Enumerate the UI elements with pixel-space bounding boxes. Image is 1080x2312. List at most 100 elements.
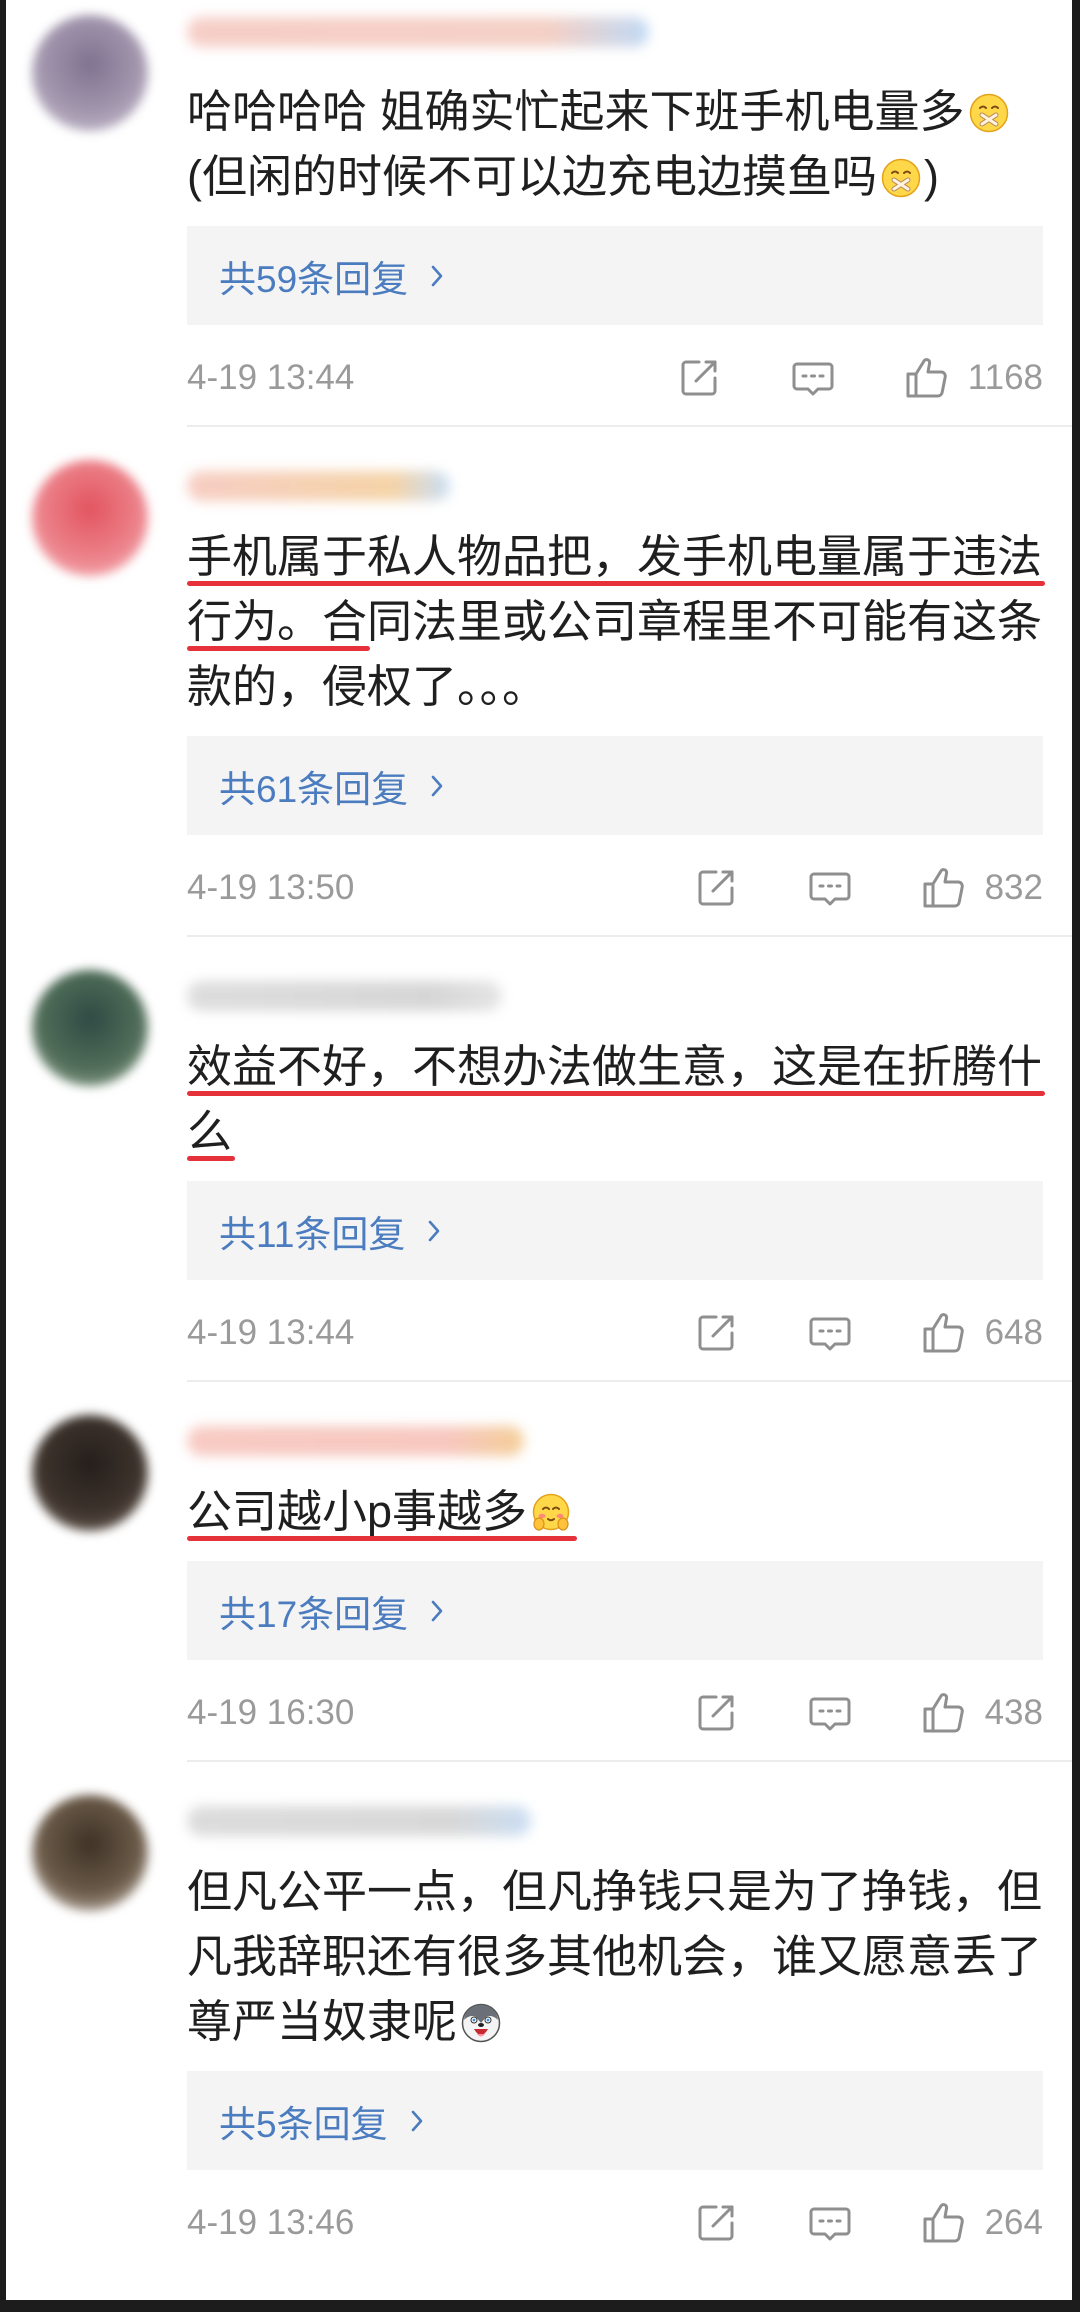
comment-icon [806,1689,854,1737]
replies-label: 共17条回复 [219,1593,409,1635]
thumbs-up-icon [920,1309,968,1357]
comment-button[interactable] [806,864,854,912]
username-blurred[interactable] [187,471,450,501]
comment-item: 但凡公平一点，但凡挣钱只是为了挣钱，但 凡我辞职还有很多其他机会，谁又愿意丢了 尊严… [6,1762,1072,2272]
comment-meta: 4-19 16:30 438 [187,1677,1043,1749]
username-blurred[interactable] [187,1806,531,1836]
replies-label: 共59条回复 [219,258,409,300]
comment-item: 公司越小p事越多 共17条回复 4-19 16:30 438 [6,1382,1072,1762]
husky-emoji-icon [461,2003,501,2043]
username-blurred[interactable] [187,1426,524,1456]
comment-text-line: 行为。合同法里或公司章程里不可能有这条 [187,589,1043,654]
comment-text-segment: 凡我辞职还有很多其他机会，谁又愿意丢了 [187,1931,1043,1982]
comment-text-line: 款的，侵权了。。。 [187,654,1043,719]
comment-body: 但凡公平一点，但凡挣钱只是为了挣钱，但 凡我辞职还有很多其他机会，谁又愿意丢了 尊严… [187,1762,1072,2272]
comment-text[interactable]: 效益不好，不想办法做生意，这是在折腾什么 [187,1034,1046,1164]
comment-icon [806,2199,854,2247]
chevron-right-icon [410,2109,424,2133]
chevron-right-icon [430,774,444,798]
comment-text-line: 手机属于私人物品把，发手机电量属于违法 [187,524,1046,589]
share-icon [692,864,740,912]
comment-text-segment: 但凡公平一点，但凡挣钱只是为了挣钱，但 [187,1866,1043,1917]
username-blurred[interactable] [187,17,649,47]
comment-button[interactable] [789,354,837,402]
like-button[interactable]: 438 [920,1689,1043,1737]
like-button[interactable]: 832 [920,864,1043,912]
comment-text-segment: 哈哈哈哈 姐确实忙起来下班手机电量多 [187,86,965,137]
comment-text-segment: 同法里或公司章程里不可能有这条 [367,596,1043,647]
comment-text-line: 公司越小p事越多 [187,1479,1043,1544]
share-button[interactable] [692,1309,740,1357]
comment-actions: 648 [692,1309,1043,1357]
share-button[interactable] [692,2199,740,2247]
avatar[interactable] [32,15,148,131]
red-underline-highlight: 手机属于私人物品把，发手机电量属于违法 [187,524,1046,589]
comment-time: 4-19 13:50 [187,868,355,907]
avatar[interactable] [32,1415,148,1531]
replies-link[interactable]: 共11条回复 [187,1181,1043,1280]
red-underline-highlight: 效益不好，不想办法做生意，这是在折腾什 [187,1034,1046,1099]
comment-text[interactable]: 手机属于私人物品把，发手机电量属于违法 行为。合同法里或公司章程里不可能有这条 款的… [187,524,1046,719]
username-blurred[interactable] [187,981,502,1011]
comment-feed-screen: 哈哈哈哈 姐确实忙起来下班手机电量多 (但闲的时候不可以边充电边摸鱼吗) 共59条… [6,0,1072,2300]
chevron-right-icon [430,1599,444,1623]
avatar[interactable] [32,1795,148,1911]
comment-button[interactable] [806,1689,854,1737]
comment-text[interactable]: 哈哈哈哈 姐确实忙起来下班手机电量多 (但闲的时候不可以边充电边摸鱼吗) [187,79,1043,209]
red-underline-highlight: 行为。合 [187,589,371,654]
comment-text-line: 效益不好，不想办法做生意，这是在折腾什 [187,1034,1046,1099]
replies-link[interactable]: 共59条回复 [187,226,1043,325]
share-icon [692,1689,740,1737]
thumbs-up-icon [920,2199,968,2247]
comment-text[interactable]: 但凡公平一点，但凡挣钱只是为了挣钱，但 凡我辞职还有很多其他机会，谁又愿意丢了 尊严… [187,1859,1043,2054]
avatar[interactable] [32,970,148,1086]
comment-icon [806,1309,854,1357]
comment-meta: 4-19 13:50 832 [187,852,1043,924]
comment-text-line: 凡我辞职还有很多其他机会，谁又愿意丢了 [187,1924,1043,1989]
comment-text-segment: 么 [187,1106,233,1157]
comment-text-line: 么 [187,1099,1043,1164]
comment-text-segment: 尊严当奴隶呢 [187,1996,458,2047]
replies-link[interactable]: 共5条回复 [187,2071,1043,2170]
comment-text-segment: 手机属于私人物品把，发手机电量属于违法 [187,531,1043,582]
like-count: 264 [984,2203,1043,2242]
comment-actions: 438 [692,1689,1043,1737]
share-button[interactable] [692,864,740,912]
comment-time: 4-19 13:46 [187,2203,355,2242]
like-button[interactable]: 1168 [903,354,1043,402]
comment-item: 手机属于私人物品把，发手机电量属于违法 行为。合同法里或公司章程里不可能有这条 款的… [6,427,1072,937]
comment-body: 哈哈哈哈 姐确实忙起来下班手机电量多 (但闲的时候不可以边充电边摸鱼吗) 共59条… [187,0,1072,427]
comment-body: 手机属于私人物品把，发手机电量属于违法 行为。合同法里或公司章程里不可能有这条 款的… [187,427,1072,937]
share-icon [692,2199,740,2247]
replies-label: 共11条回复 [219,1213,406,1255]
comment-meta: 4-19 13:46 264 [187,2187,1043,2259]
avatar[interactable] [32,460,148,576]
comment-meta: 4-19 13:44 [187,1297,1043,1369]
chevron-right-icon [427,1219,441,1243]
replies-label: 共5条回复 [219,2103,388,2145]
like-button[interactable]: 264 [920,2199,1043,2247]
replies-link[interactable]: 共17条回复 [187,1561,1043,1660]
comment-item: 哈哈哈哈 姐确实忙起来下班手机电量多 (但闲的时候不可以边充电边摸鱼吗) 共59条… [6,0,1072,427]
share-icon [692,1309,740,1357]
comment-button[interactable] [806,1309,854,1357]
comment-time: 4-19 13:44 [187,1313,355,1352]
comment-actions: 1168 [675,354,1043,402]
comment-text[interactable]: 公司越小p事越多 [187,1479,1043,1544]
sealed-mouth-emoji-icon [881,158,921,198]
comment-text-segment: 效益不好，不想办法做生意，这是在折腾什 [187,1041,1043,1092]
share-button[interactable] [675,354,723,402]
sealed-mouth-emoji-icon [969,93,1009,133]
comment-actions: 832 [692,864,1043,912]
comment-body: 效益不好，不想办法做生意，这是在折腾什么 共11条回复 4-19 13:44 6… [187,937,1072,1382]
like-button[interactable]: 648 [920,1309,1043,1357]
comment-icon [789,354,837,402]
thumbs-up-icon [920,1689,968,1737]
replies-label: 共61条回复 [219,768,409,810]
comment-button[interactable] [806,2199,854,2247]
replies-link[interactable]: 共61条回复 [187,736,1043,835]
like-count: 1168 [967,358,1043,397]
like-count: 438 [984,1693,1043,1732]
share-button[interactable] [692,1689,740,1737]
comment-meta: 4-19 13:44 [187,342,1043,414]
